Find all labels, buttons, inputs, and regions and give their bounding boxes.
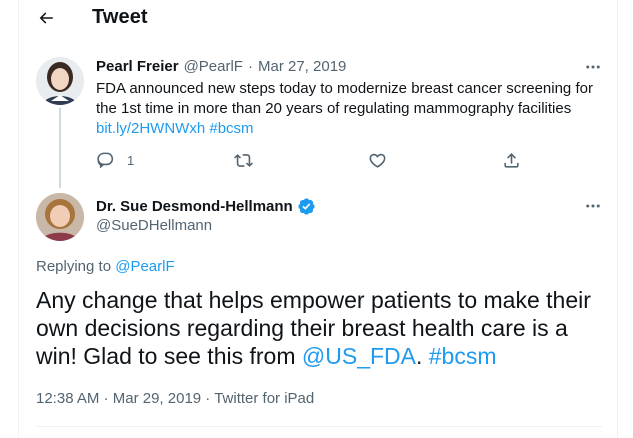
reply-count: 1 (127, 152, 135, 168)
reply-icon (97, 152, 114, 168)
page-title: Tweet (92, 6, 148, 28)
separator: · (103, 390, 113, 407)
retweet-icon (234, 153, 253, 167)
parent-tweet-header: Pearl Freier @PearlF · Mar 27, 2019 (96, 57, 346, 75)
parent-tweet-text: FDA announced new steps today to moderni… (96, 79, 606, 139)
more-icon (586, 65, 600, 69)
hashtag-link[interactable]: #bcsm (429, 343, 497, 369)
tweet-text: FDA announced new steps today to moderni… (96, 80, 593, 117)
separator: · (247, 57, 253, 75)
avatar-image (36, 193, 84, 241)
author-handle[interactable]: @SueDHellmann (96, 217, 212, 234)
thread-connector (59, 108, 61, 188)
avatar[interactable] (36, 193, 84, 241)
retweet-button[interactable] (234, 149, 253, 171)
replying-mention-link[interactable]: @PearlF (115, 258, 174, 275)
replying-to: Replying to @PearlF (36, 258, 175, 275)
avatar[interactable] (36, 57, 84, 105)
replying-label: Replying to (36, 258, 112, 275)
hashtag-link[interactable]: #bcsm (209, 120, 253, 137)
tweet-source: Twitter for iPad (214, 390, 315, 407)
tweet-link[interactable]: bit.ly/2HWNWxh (96, 120, 205, 137)
more-options-button[interactable] (582, 197, 604, 215)
reply-button[interactable]: 1 (96, 149, 134, 171)
separator: · (205, 390, 215, 407)
tweet-text-punctuation: . (415, 343, 423, 369)
author-name[interactable]: Pearl Freier (96, 58, 179, 75)
verified-badge-icon (298, 198, 315, 215)
more-options-button[interactable] (582, 58, 604, 76)
avatar-image (36, 57, 84, 105)
mention-link[interactable]: @US_FDA (302, 343, 416, 369)
heart-icon (369, 153, 386, 168)
tweet-actions: 1 (96, 149, 606, 171)
share-button[interactable] (502, 149, 521, 171)
tweet-date[interactable]: Mar 29, 2019 (113, 390, 201, 407)
like-button[interactable] (368, 149, 387, 171)
share-icon (504, 152, 519, 168)
back-button[interactable] (30, 4, 62, 32)
author-name[interactable]: Dr. Sue Desmond-Hellmann (96, 198, 293, 215)
main-tweet-header: Dr. Sue Desmond-Hellmann (96, 197, 316, 216)
author-handle[interactable]: @PearlF (184, 58, 243, 75)
more-icon (586, 204, 600, 208)
arrow-left-icon (39, 12, 53, 24)
main-tweet-text: Any change that helps empower patients t… (36, 286, 611, 370)
divider (36, 426, 602, 427)
tweet-meta: 12:38 AM · Mar 29, 2019 · Twitter for iP… (36, 390, 314, 407)
page-header: Tweet (0, 0, 633, 36)
tweet-date[interactable]: Mar 27, 2019 (258, 58, 346, 75)
tweet-time[interactable]: 12:38 AM (36, 390, 99, 407)
